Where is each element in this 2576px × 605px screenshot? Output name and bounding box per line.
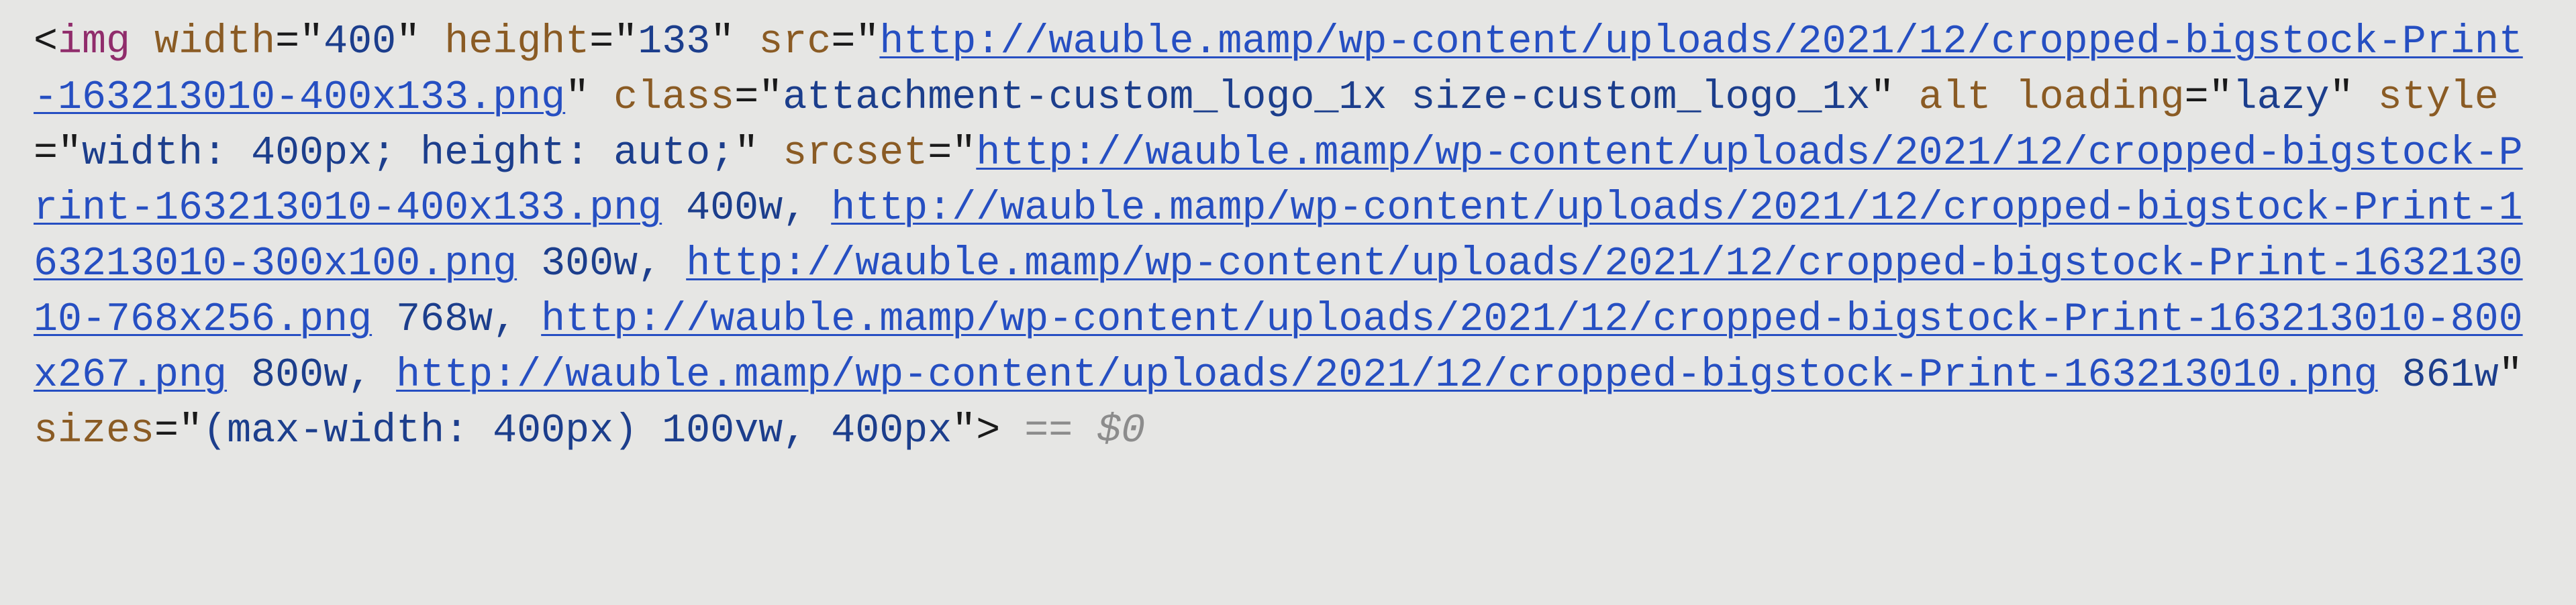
equals: = [589,19,613,65]
equals: = [734,75,758,121]
comma: , [783,186,831,231]
equals: = [275,19,299,65]
srcset-desc-0: 400w [686,186,783,231]
srcset-desc-4: 861w [2402,353,2499,398]
quote: " [758,75,783,121]
attr-style-value[interactable]: width: 400px; height: auto; [82,131,734,176]
comma: , [348,353,396,398]
srcset-desc-1: 300w [541,241,638,287]
equals: = [831,19,855,65]
space [1991,75,2016,121]
space [372,297,396,343]
quote: " [565,75,589,121]
space [1895,75,1919,121]
quote: " [2330,75,2354,121]
angle-bracket-close: > [976,408,1000,454]
equals: = [34,131,58,176]
attr-height-name[interactable]: height [444,19,589,65]
attr-sizes-name[interactable]: sizes [34,408,154,454]
srcset-desc-2: 768w [396,297,493,343]
space [130,19,154,65]
equals: = [154,408,179,454]
quote: " [2499,353,2523,398]
attr-sizes-value[interactable]: (max-width: 400px) 100vw, 400px [203,408,952,454]
space [589,75,613,121]
space [734,19,758,65]
tag-name: img [58,19,130,65]
equals: = [2185,75,2209,121]
srcset-desc-3: 800w [251,353,348,398]
quote: " [299,19,324,65]
attr-height-value[interactable]: 133 [638,19,710,65]
quote: " [396,19,420,65]
attr-src-name[interactable]: src [758,19,831,65]
quote: " [855,19,879,65]
angle-bracket-open: < [34,19,58,65]
quote: " [613,19,638,65]
space [662,186,686,231]
space [227,353,251,398]
selected-node-marker: == $0 [1000,408,1145,454]
attr-style-name[interactable]: style [2378,75,2499,121]
devtools-element-html[interactable]: <img width="400" height="133" src="http:… [34,15,2542,459]
comma: , [638,241,686,287]
space [420,19,444,65]
attr-class-name[interactable]: class [613,75,734,121]
attr-srcset-name[interactable]: srcset [783,131,928,176]
attr-class-value[interactable]: attachment-custom_logo_1x size-custom_lo… [783,75,1870,121]
equals: = [928,131,952,176]
comma: , [493,297,541,343]
quote: " [1871,75,1895,121]
attr-loading-value[interactable]: lazy [2233,75,2330,121]
quote: " [734,131,758,176]
space [517,241,541,287]
space [758,131,783,176]
quote: " [58,131,82,176]
quote: " [952,131,976,176]
attr-loading-name[interactable]: loading [2016,75,2185,121]
attr-alt-name[interactable]: alt [1919,75,1991,121]
space [2378,353,2402,398]
attr-width-value[interactable]: 400 [324,19,396,65]
attr-width-name[interactable]: width [154,19,275,65]
quote: " [2209,75,2233,121]
srcset-url-4[interactable]: http://wauble.mamp/wp-content/uploads/20… [396,353,2377,398]
space [2354,75,2378,121]
quote: " [179,408,203,454]
quote: " [952,408,976,454]
quote: " [710,19,734,65]
